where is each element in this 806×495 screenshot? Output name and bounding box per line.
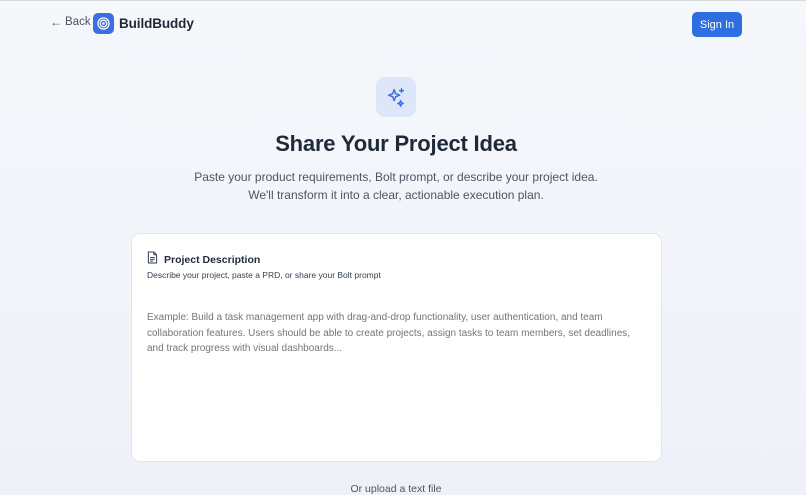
back-link[interactable]: ← Back xyxy=(50,16,91,28)
card-title: Project Description xyxy=(164,254,261,266)
sign-in-button[interactable]: Sign In xyxy=(692,12,742,37)
page-subtitle: Paste your product requirements, Bolt pr… xyxy=(194,170,598,202)
upload-text-file-link[interactable]: Or upload a text file xyxy=(0,483,792,495)
top-header: ← Back BuildBuddy Sign In xyxy=(0,1,806,49)
project-description-card: Project Description Describe your projec… xyxy=(131,233,662,462)
project-description-input[interactable] xyxy=(147,310,647,450)
sparkles-icon xyxy=(376,77,416,117)
brand-logo-icon xyxy=(93,13,114,34)
back-label: Back xyxy=(65,16,91,28)
document-icon xyxy=(147,251,158,269)
page-title: Share Your Project Idea xyxy=(275,131,517,156)
brand[interactable]: BuildBuddy xyxy=(93,13,194,34)
card-header: Project Description xyxy=(147,251,260,269)
arrow-left-icon: ← xyxy=(50,15,62,29)
brand-name: BuildBuddy xyxy=(119,16,194,31)
card-description: Describe your project, paste a PRD, or s… xyxy=(147,270,381,280)
